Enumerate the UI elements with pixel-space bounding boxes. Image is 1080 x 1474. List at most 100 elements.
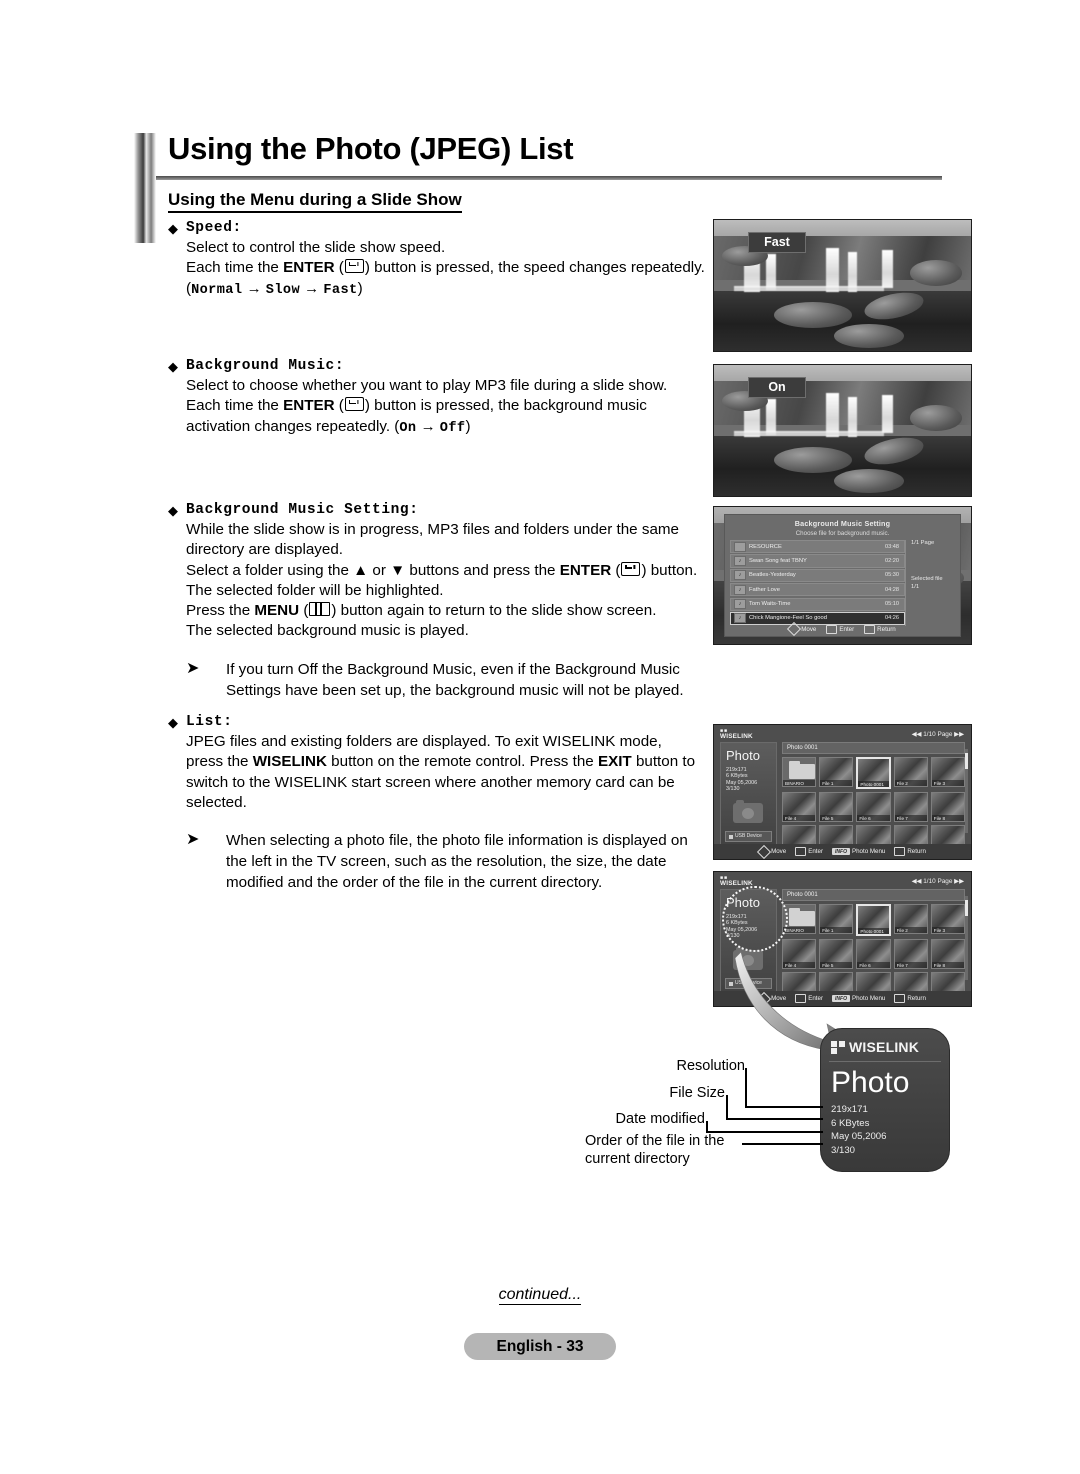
thumbnail[interactable]: File 4 (782, 792, 817, 822)
bgm-list-item[interactable]: ♪ Beatles-Yesterday 05:30 (730, 568, 905, 582)
footer-enter[interactable]: Enter (826, 624, 855, 634)
note-list: ➤ When selecting a photo file, the photo… (168, 830, 728, 893)
bgm-dialog-footer: Move Enter Return (725, 621, 960, 637)
music-note-icon: ♪ (734, 555, 746, 566)
list-l2-suffix: button to (631, 753, 696, 771)
bgm-list-item[interactable]: ♪ Tom Waits-Time 05:10 (730, 597, 905, 611)
bullet-diamond-icon: ◆ (168, 503, 178, 518)
thumbnail[interactable]: File 3 (930, 757, 965, 787)
panel-title: Photo (726, 748, 760, 763)
footer-enter[interactable]: Enter (795, 847, 823, 856)
bms-line-3: Select a folder using the ▲ or ▼ buttons… (186, 561, 698, 579)
footer-return[interactable]: Return (894, 994, 926, 1003)
speed-line-2: Each time the ENTER () button is pressed… (186, 259, 705, 277)
bgm-item-time: 02:20 (885, 557, 899, 564)
footer-enter-label: Enter (839, 625, 855, 633)
footer-move[interactable]: Move (787, 621, 816, 637)
section-background-music: ◆ Background Music: Select to choose whe… (168, 357, 728, 439)
thumbnail[interactable]: File 2 (893, 904, 928, 934)
usb-device-item[interactable]: USB Device (725, 831, 772, 842)
footer-move[interactable]: Move (757, 844, 786, 859)
bgm-list-item[interactable]: RESOURCE 03:48 (730, 540, 905, 554)
scrollbar[interactable] (965, 749, 968, 833)
title-divider (156, 176, 942, 180)
leader-filesize (726, 1095, 728, 1120)
thumbnail[interactable]: File 1 (819, 757, 854, 787)
bgm-item-time: 04:28 (885, 586, 899, 593)
menu-key-icon (894, 994, 906, 1003)
list-line-4: selected. (186, 793, 247, 811)
scrollbar[interactable] (965, 896, 968, 980)
bgm-dialog-title: Background Music Setting (794, 519, 891, 528)
thumbnail[interactable]: File 8 (930, 792, 965, 822)
enter-key-icon (795, 847, 807, 856)
continued-text: continued... (498, 1286, 582, 1305)
note-line-2: the left in the TV screen, such as the r… (226, 853, 667, 871)
note-line-1: When selecting a photo file, the photo f… (226, 832, 688, 850)
footer-enter-label: Enter (808, 848, 824, 855)
thumbnail-selected[interactable]: Photo 0001 (856, 904, 891, 936)
bgm-l2-prefix: Each time the (186, 397, 284, 415)
bms-l5-suffix: button again to return to the slide show… (336, 602, 657, 620)
speed-l2-prefix: Each time the (186, 259, 284, 277)
bgm-side-panel: 1/1 Page Selected file 1/1 (905, 540, 955, 627)
bms-line-6: The selected background music is played. (186, 622, 469, 640)
thumbnail-folder[interactable]: BINARIO (782, 757, 817, 787)
bgm-item-name: Beatles-Yesterday (749, 572, 796, 579)
page-indicator: ◀◀ 1/10 Page ▶▶ (911, 731, 964, 738)
leader-filesize-h (726, 1118, 823, 1120)
thumbnail[interactable]: File 7 (893, 939, 928, 969)
bgm-value-on: On (399, 420, 417, 436)
bgm-l2-suffix: button is pressed, the background music (369, 397, 647, 415)
enter-key-icon (344, 397, 364, 412)
footer-photo-menu[interactable]: INFO Photo Menu (832, 848, 885, 855)
speed-line-1: Select to control the slide show speed. (186, 239, 446, 256)
thumbnail[interactable]: File 8 (930, 939, 965, 969)
section-subtitle: Using the Menu during a Slide Show (168, 190, 462, 213)
thumbnail[interactable]: File 5 (819, 792, 854, 822)
exit-key-label: EXIT (597, 753, 632, 771)
photo-list-footer: Move Enter INFO Photo Menu Return (714, 844, 971, 859)
enter-key-label: ENTER (559, 561, 612, 579)
footer-return[interactable]: Return (864, 624, 896, 634)
bgm-list-item[interactable]: ♪ Swan Song feat TBNY 02:20 (730, 554, 905, 568)
speed-line-3: (Normal → Slow → Fast) (186, 279, 728, 301)
footer-return[interactable]: Return (894, 847, 926, 856)
bullet-diamond-icon: ◆ (168, 359, 178, 374)
thumbnail[interactable]: File 7 (893, 792, 928, 822)
thumb-caption: BINARIO (783, 780, 816, 786)
footer-return-label: Return (907, 995, 926, 1002)
bgm-item-name: RESOURCE (749, 543, 782, 550)
thumbnail-selected[interactable]: Photo 0001 (856, 757, 891, 789)
note-line-1: If you turn Off the Background Music, ev… (226, 660, 680, 678)
footer-return-label: Return (877, 625, 896, 633)
bms-l3-suffix: button. (646, 561, 698, 579)
thumbnail[interactable]: File 6 (856, 792, 891, 822)
photo-info-callout: WISELINK Photo 219x171 6 KBytes May 05,2… (820, 1028, 950, 1172)
bgm-item-name: Father Love (749, 586, 780, 593)
label-order-line2: current directory (585, 1151, 690, 1167)
enter-key-icon (344, 259, 364, 274)
bms-line-4: The selected folder will be highlighted. (186, 581, 444, 599)
thumbnail-folder[interactable]: BINARIO (782, 904, 817, 934)
bgm-file-list[interactable]: RESOURCE 03:48 ♪ Swan Song feat TBNY 02:… (730, 540, 905, 626)
section-bgm-setting: ◆ Background Music Setting: While the sl… (168, 501, 728, 701)
bgm-list-item[interactable]: ♪ Father Love 04:28 (730, 583, 905, 597)
note-bgm-setting: ➤ If you turn Off the Background Music, … (168, 659, 728, 701)
bgm-dialog-subtitle: Choose file for background music. (795, 530, 890, 537)
speed-value-normal: Normal (191, 282, 243, 298)
speed-value-slow: Slow (265, 282, 300, 298)
enter-key-label: ENTER (283, 397, 335, 415)
thumbnail[interactable]: File 2 (893, 757, 928, 787)
bgm-value-off: Off (439, 420, 466, 436)
breadcrumb: Photo 0001 (782, 889, 965, 901)
dpad-icon (787, 621, 802, 637)
thumbnail[interactable]: File 1 (819, 904, 854, 934)
thumb-caption: File 2 (894, 927, 927, 933)
thumb-caption: File 3 (931, 927, 964, 933)
leader-order-h (742, 1143, 823, 1145)
paren-close: ) (465, 417, 471, 435)
thumb-caption: File 1 (820, 927, 853, 933)
section-bgm-setting-label: Background Music Setting: (186, 502, 419, 518)
thumbnail[interactable]: File 3 (930, 904, 965, 934)
